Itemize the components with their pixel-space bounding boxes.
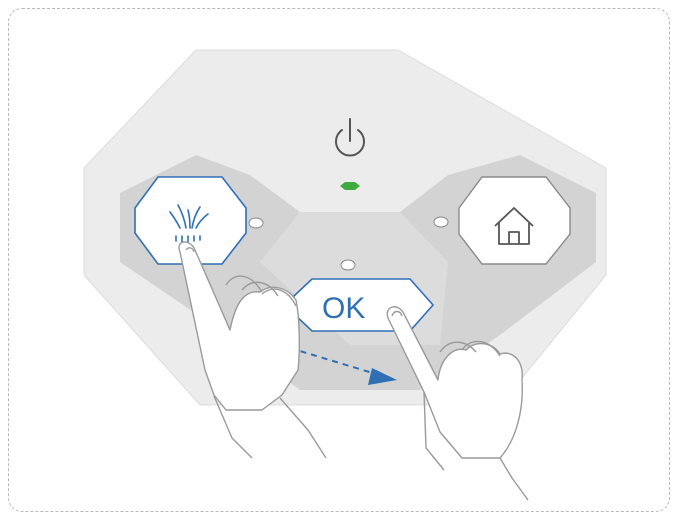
ok-label: OK [322, 292, 365, 325]
ok-button[interactable]: OK [293, 278, 435, 332]
center-led [340, 259, 356, 271]
control-panel-diagram: OK [83, 49, 607, 501]
right-led [433, 216, 449, 228]
home-button[interactable] [458, 176, 571, 265]
left-led [248, 217, 264, 229]
